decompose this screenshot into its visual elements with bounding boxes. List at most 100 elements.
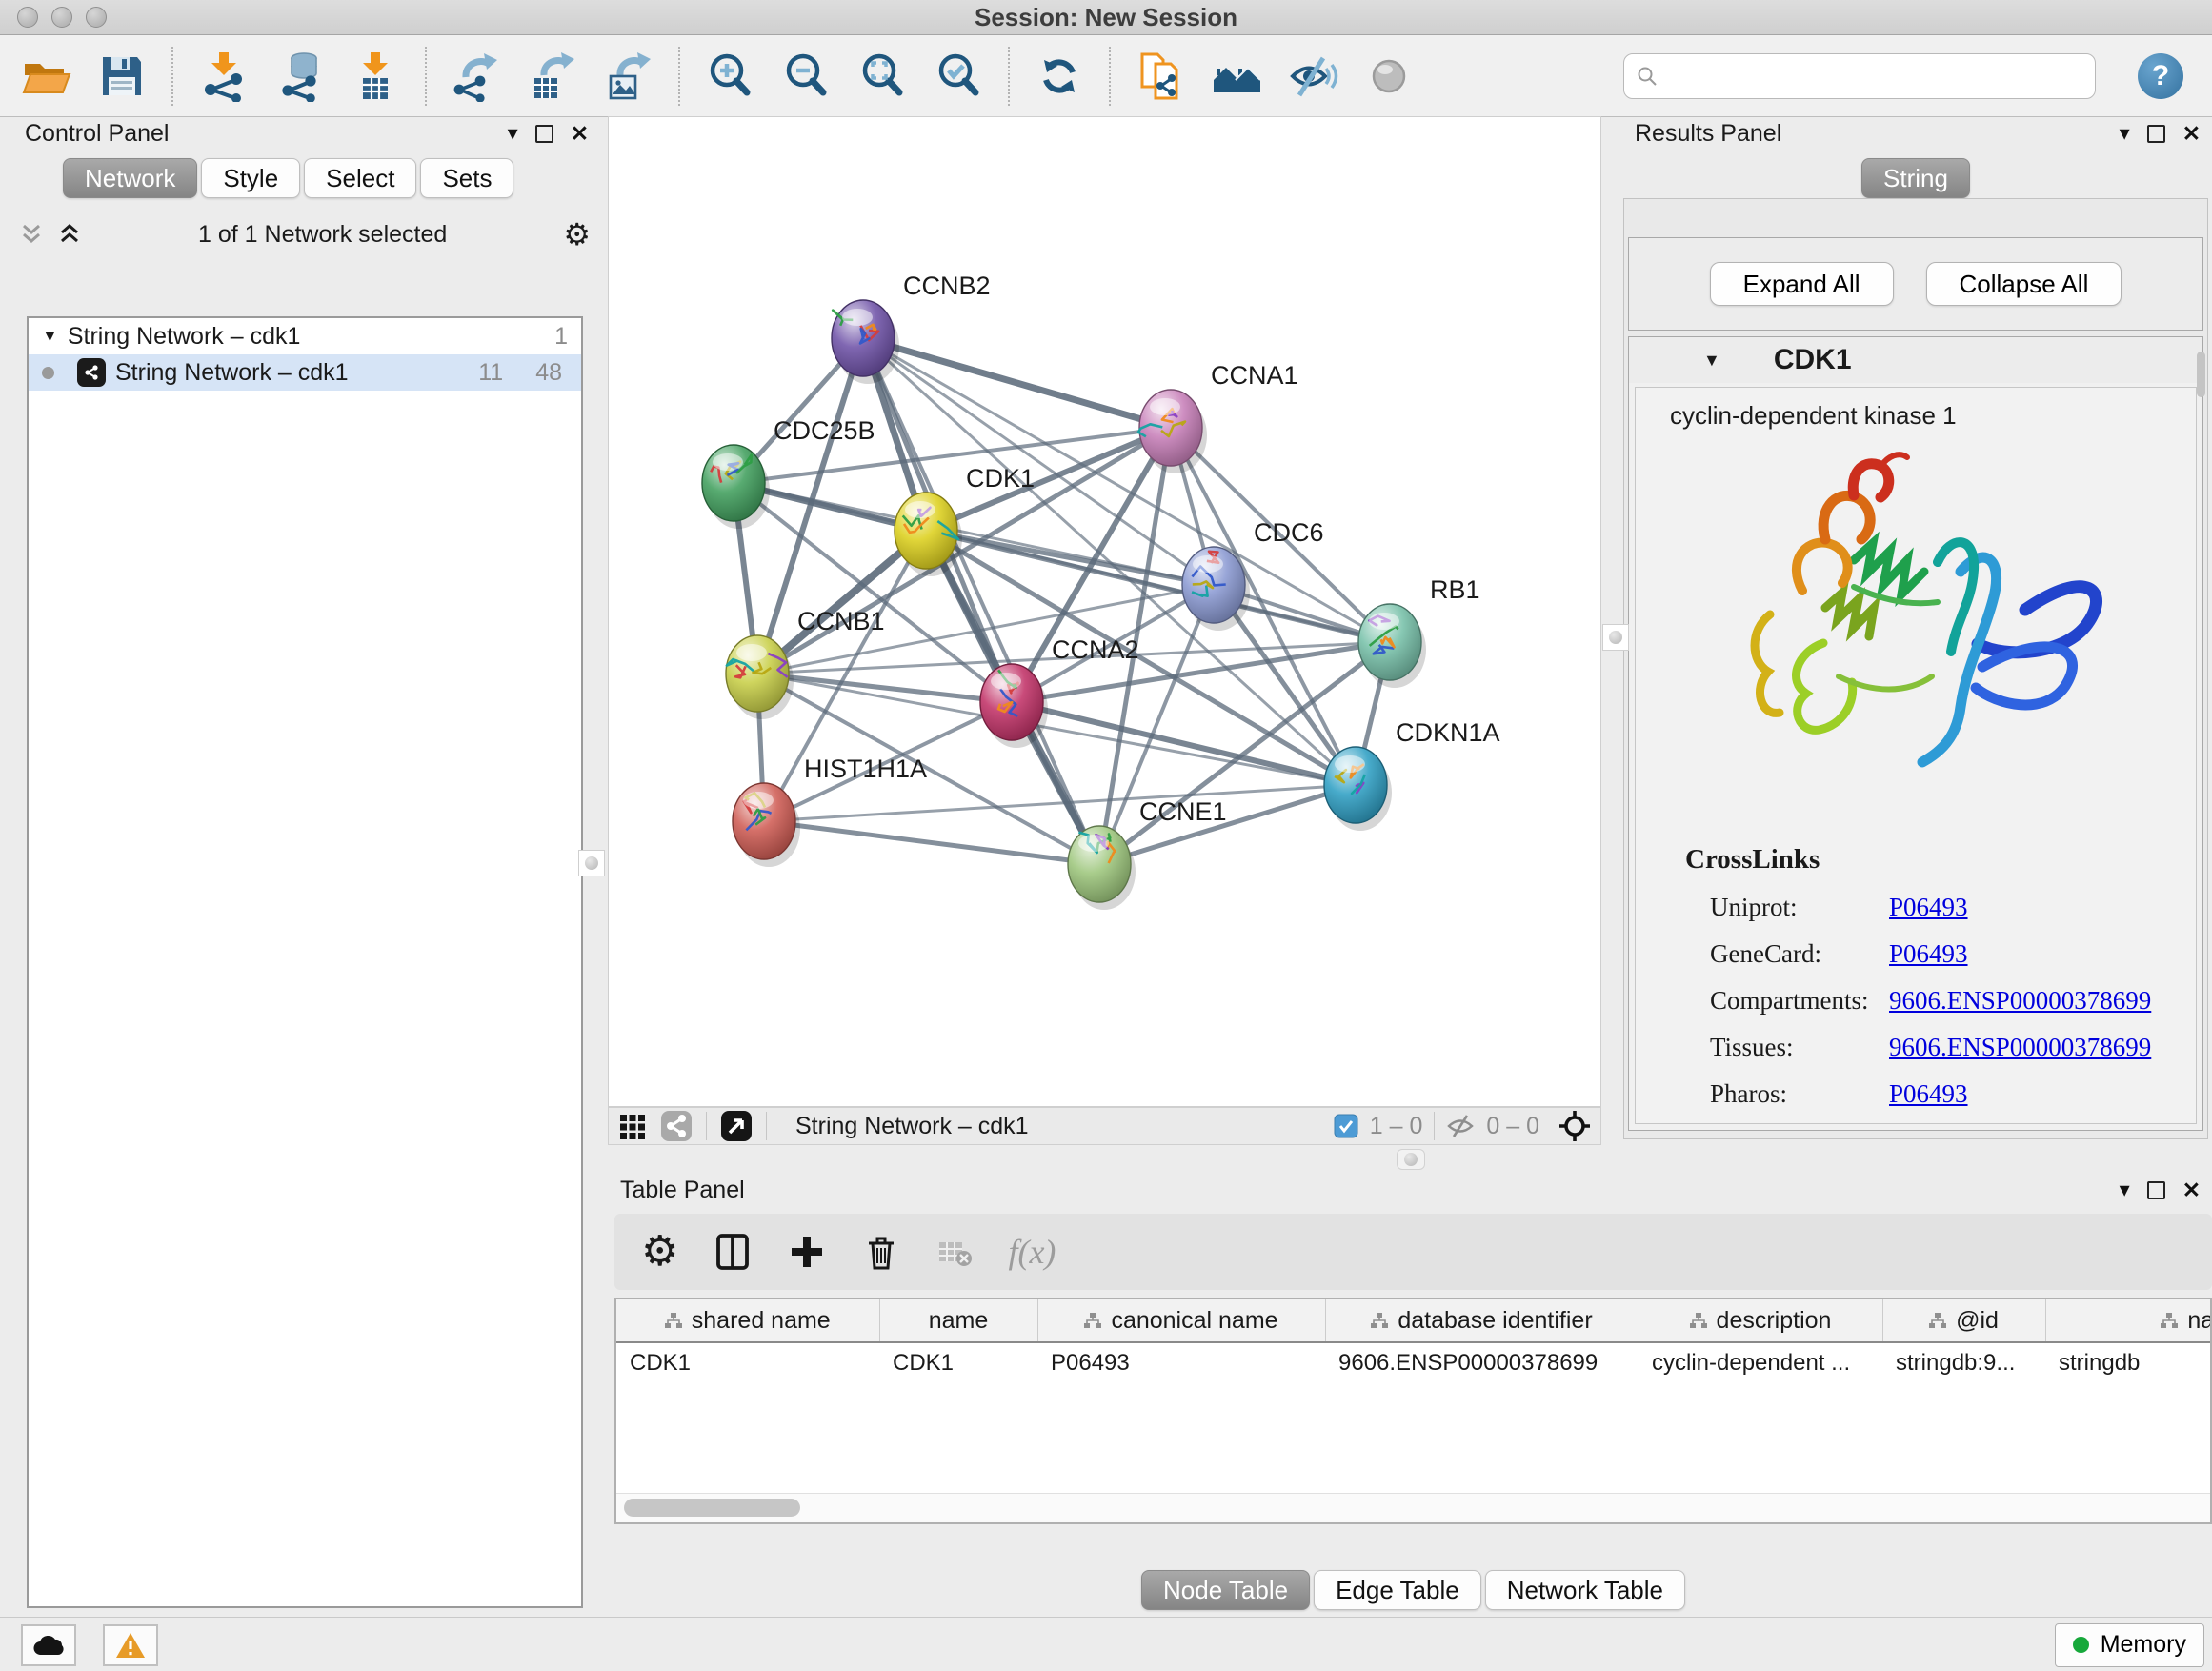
node-details-header[interactable]: ▼ CDK1 bbox=[1629, 337, 2202, 383]
network-edge[interactable] bbox=[1099, 785, 1356, 864]
import-table-button[interactable] bbox=[349, 50, 402, 103]
zoom-fit-button[interactable] bbox=[855, 50, 909, 103]
crosslink-link[interactable]: 9606.ENSP00000378699 bbox=[1889, 986, 2151, 1016]
show-columns-button[interactable] bbox=[713, 1232, 753, 1272]
import-database-button[interactable] bbox=[272, 50, 326, 103]
zoom-out-button[interactable] bbox=[779, 50, 833, 103]
expand-all-icon[interactable] bbox=[57, 222, 82, 247]
float-panel-icon[interactable] bbox=[2147, 125, 2165, 143]
refresh-button[interactable] bbox=[1033, 50, 1086, 103]
network-node-RB1[interactable]: RB1 bbox=[1358, 575, 1480, 688]
close-panel-icon[interactable]: ✕ bbox=[571, 123, 589, 145]
hide-selected-button[interactable] bbox=[1286, 50, 1339, 103]
tab-network[interactable]: Network bbox=[63, 158, 197, 198]
table-row[interactable]: CDK1CDK1P064939606.ENSP00000378699cyclin… bbox=[616, 1342, 2212, 1383]
network-badge-button[interactable] bbox=[660, 1110, 693, 1142]
column-header[interactable]: description bbox=[1639, 1299, 1882, 1342]
import-network-button[interactable] bbox=[196, 50, 250, 103]
table-cell[interactable]: CDK1 bbox=[616, 1342, 879, 1383]
minimize-window-button[interactable] bbox=[51, 7, 72, 28]
column-header[interactable]: @id bbox=[1882, 1299, 2045, 1342]
expand-all-button[interactable]: Expand All bbox=[1710, 262, 1894, 306]
fit-content-button[interactable] bbox=[1558, 1110, 1591, 1142]
zoom-in-button[interactable] bbox=[703, 50, 756, 103]
network-node-CCNE1[interactable]: CCNE1 bbox=[1068, 797, 1227, 910]
export-image-button[interactable] bbox=[602, 50, 655, 103]
tab-style[interactable]: Style bbox=[201, 158, 300, 198]
scrollbar-thumb[interactable] bbox=[624, 1499, 800, 1517]
grid-view-button[interactable] bbox=[618, 1112, 647, 1140]
selected-checkbox-icon[interactable] bbox=[1334, 1114, 1358, 1138]
delete-table-button-disabled[interactable] bbox=[935, 1233, 974, 1271]
network-edge[interactable] bbox=[863, 338, 1099, 864]
network-options-gear-icon[interactable]: ⚙ bbox=[563, 219, 591, 250]
panel-menu-icon[interactable]: ▾ bbox=[2120, 1179, 2130, 1200]
close-panel-icon[interactable]: ✕ bbox=[2182, 1179, 2201, 1201]
panel-menu-icon[interactable]: ▾ bbox=[508, 123, 518, 144]
export-table-button[interactable] bbox=[526, 50, 579, 103]
column-header[interactable]: namespace bbox=[2045, 1299, 2212, 1342]
table-settings-button[interactable]: ⚙ bbox=[641, 1231, 678, 1273]
warnings-button[interactable] bbox=[103, 1624, 158, 1666]
open-session-button[interactable] bbox=[19, 50, 72, 103]
table-horizontal-scrollbar[interactable] bbox=[616, 1493, 2210, 1522]
table-cell[interactable]: P06493 bbox=[1037, 1342, 1325, 1383]
close-panel-icon[interactable]: ✕ bbox=[2182, 123, 2201, 145]
network-graph[interactable]: CCNB2CCNA1CDC25BCDK1CDC6RB1CCNB1CCNA2CDK… bbox=[609, 117, 1600, 1106]
search-input[interactable] bbox=[1666, 62, 2083, 91]
right-splitter-handle[interactable] bbox=[1602, 624, 1629, 651]
crosslink-link[interactable]: P06493 bbox=[1889, 893, 1968, 922]
export-network-button[interactable] bbox=[450, 50, 503, 103]
disclosure-triangle-icon[interactable]: ▼ bbox=[42, 327, 58, 346]
crosslink-link[interactable]: P06493 bbox=[1889, 939, 1968, 969]
delete-column-button[interactable] bbox=[861, 1232, 901, 1272]
cloud-status-button[interactable] bbox=[21, 1624, 76, 1666]
column-header[interactable]: shared name bbox=[616, 1299, 879, 1342]
collapse-all-icon[interactable] bbox=[19, 222, 44, 247]
network-edge[interactable] bbox=[863, 338, 1171, 428]
tab-edge-table[interactable]: Edge Table bbox=[1314, 1570, 1481, 1610]
close-window-button[interactable] bbox=[17, 7, 38, 28]
left-splitter-handle[interactable] bbox=[578, 850, 605, 876]
table-cell[interactable]: CDK1 bbox=[879, 1342, 1037, 1383]
network-row[interactable]: String Network – cdk1 11 48 bbox=[29, 354, 581, 391]
panel-menu-icon[interactable]: ▾ bbox=[2120, 123, 2130, 144]
create-column-button[interactable] bbox=[787, 1232, 827, 1272]
collapse-all-button[interactable]: Collapse All bbox=[1926, 262, 2122, 306]
network-edge[interactable] bbox=[764, 821, 1099, 864]
show-all-button[interactable] bbox=[1362, 50, 1416, 103]
hidden-eye-slash-icon[interactable] bbox=[1446, 1114, 1475, 1138]
bottom-splitter-handle[interactable] bbox=[1397, 1149, 1425, 1170]
birdseye-toggle-button[interactable] bbox=[720, 1110, 753, 1142]
crosslink-link[interactable]: 9606.ENSP00000378699 bbox=[1889, 1033, 2151, 1062]
tab-select[interactable]: Select bbox=[304, 158, 416, 198]
network-edge[interactable] bbox=[863, 338, 1390, 642]
results-scrollbar-thumb[interactable] bbox=[2197, 352, 2205, 397]
column-header[interactable]: database identifier bbox=[1325, 1299, 1639, 1342]
crosslink-link[interactable]: P06493 bbox=[1889, 1079, 1968, 1109]
function-builder-button-disabled[interactable]: f(x) bbox=[1008, 1232, 1056, 1272]
zoom-selected-button[interactable] bbox=[932, 50, 985, 103]
table-cell[interactable]: stringdb:9... bbox=[1882, 1342, 2045, 1383]
node-table-grid[interactable]: shared namenamecanonical namedatabase id… bbox=[616, 1299, 2212, 1383]
save-session-button[interactable] bbox=[95, 50, 149, 103]
maximize-window-button[interactable] bbox=[86, 7, 107, 28]
network-collection-row[interactable]: ▼ String Network – cdk1 1 bbox=[29, 318, 581, 354]
disclosure-triangle-icon[interactable]: ▼ bbox=[1703, 351, 1720, 371]
tab-node-table[interactable]: Node Table bbox=[1141, 1570, 1310, 1610]
float-panel-icon[interactable] bbox=[535, 125, 553, 143]
clone-network-button[interactable] bbox=[1134, 50, 1187, 103]
network-canvas[interactable]: CCNB2CCNA1CDC25BCDK1CDC6RB1CCNB1CCNA2CDK… bbox=[608, 116, 1601, 1107]
column-header[interactable]: name bbox=[879, 1299, 1037, 1342]
memory-button[interactable]: Memory bbox=[2055, 1623, 2204, 1667]
tab-string[interactable]: String bbox=[1861, 158, 1970, 198]
network-node-CDKN1A[interactable]: CDKN1A bbox=[1324, 718, 1500, 831]
birdseye-button[interactable] bbox=[1210, 50, 1263, 103]
tab-network-table[interactable]: Network Table bbox=[1485, 1570, 1685, 1610]
tab-sets[interactable]: Sets bbox=[420, 158, 513, 198]
table-cell[interactable]: stringdb bbox=[2045, 1342, 2212, 1383]
help-button[interactable]: ? bbox=[2138, 53, 2183, 99]
table-cell[interactable]: 9606.ENSP00000378699 bbox=[1325, 1342, 1639, 1383]
column-header[interactable]: canonical name bbox=[1037, 1299, 1325, 1342]
network-node-CCNA1[interactable]: CCNA1 bbox=[1138, 361, 1298, 473]
